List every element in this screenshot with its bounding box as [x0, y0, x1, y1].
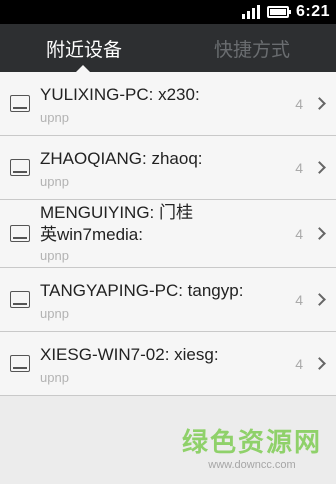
- device-row[interactable]: TANGYAPING-PC: tangyp: upnp 4: [0, 268, 336, 332]
- tab-shortcuts[interactable]: 快捷方式: [168, 24, 336, 72]
- watermark-title: 绿色资源网: [181, 428, 322, 458]
- monitor-icon: [10, 95, 30, 112]
- monitor-icon: [10, 159, 30, 176]
- monitor-icon: [10, 225, 30, 242]
- chevron-right-icon: [313, 293, 326, 306]
- device-count: 4: [295, 226, 303, 242]
- device-name: XIESG-WIN7-02: xiesg:: [40, 345, 219, 364]
- device-name: YULIXING-PC: x230:: [40, 85, 200, 104]
- watermark-url: www.downcc.com: [208, 459, 296, 471]
- device-name-line2: 英win7media:: [40, 225, 143, 244]
- battery-icon: [266, 6, 291, 18]
- device-list: YULIXING-PC: x230: upnp 4 ZHAOQIANG: zha…: [0, 72, 336, 396]
- device-name: TANGYAPING-PC: tangyp:: [40, 281, 244, 300]
- device-row[interactable]: YULIXING-PC: x230: upnp 4: [0, 72, 336, 136]
- device-protocol: upnp: [40, 306, 69, 321]
- status-indicators: 6:21: [241, 2, 330, 22]
- device-row[interactable]: MENGUIYING: 门桂 英win7media: upnp 4: [0, 200, 336, 268]
- chevron-right-icon: [313, 357, 326, 370]
- device-protocol: upnp: [40, 110, 69, 125]
- device-count: 4: [295, 160, 303, 176]
- device-count: 4: [295, 96, 303, 112]
- device-protocol: upnp: [40, 174, 69, 189]
- device-protocol: upnp: [40, 248, 69, 263]
- status-bar: 6:21: [0, 0, 336, 24]
- device-count: 4: [295, 356, 303, 372]
- device-row[interactable]: XIESG-WIN7-02: xiesg: upnp 4: [0, 332, 336, 396]
- chevron-right-icon: [313, 97, 326, 110]
- device-protocol: upnp: [40, 370, 69, 385]
- chevron-right-icon: [313, 161, 326, 174]
- monitor-icon: [10, 355, 30, 372]
- device-count: 4: [295, 292, 303, 308]
- signal-icon: [241, 5, 260, 19]
- device-name: ZHAOQIANG: zhaoq:: [40, 149, 203, 168]
- device-name-line1: MENGUIYING: 门桂: [40, 203, 194, 222]
- watermark: 绿色资源网 www.downcc.com: [182, 428, 322, 472]
- status-time: 6:21: [295, 3, 330, 20]
- monitor-icon: [10, 291, 30, 308]
- device-row[interactable]: ZHAOQIANG: zhaoq: upnp 4: [0, 136, 336, 200]
- active-tab-indicator: [76, 65, 90, 72]
- chevron-right-icon: [313, 227, 326, 240]
- tab-bar: 附近设备 快捷方式: [0, 24, 336, 72]
